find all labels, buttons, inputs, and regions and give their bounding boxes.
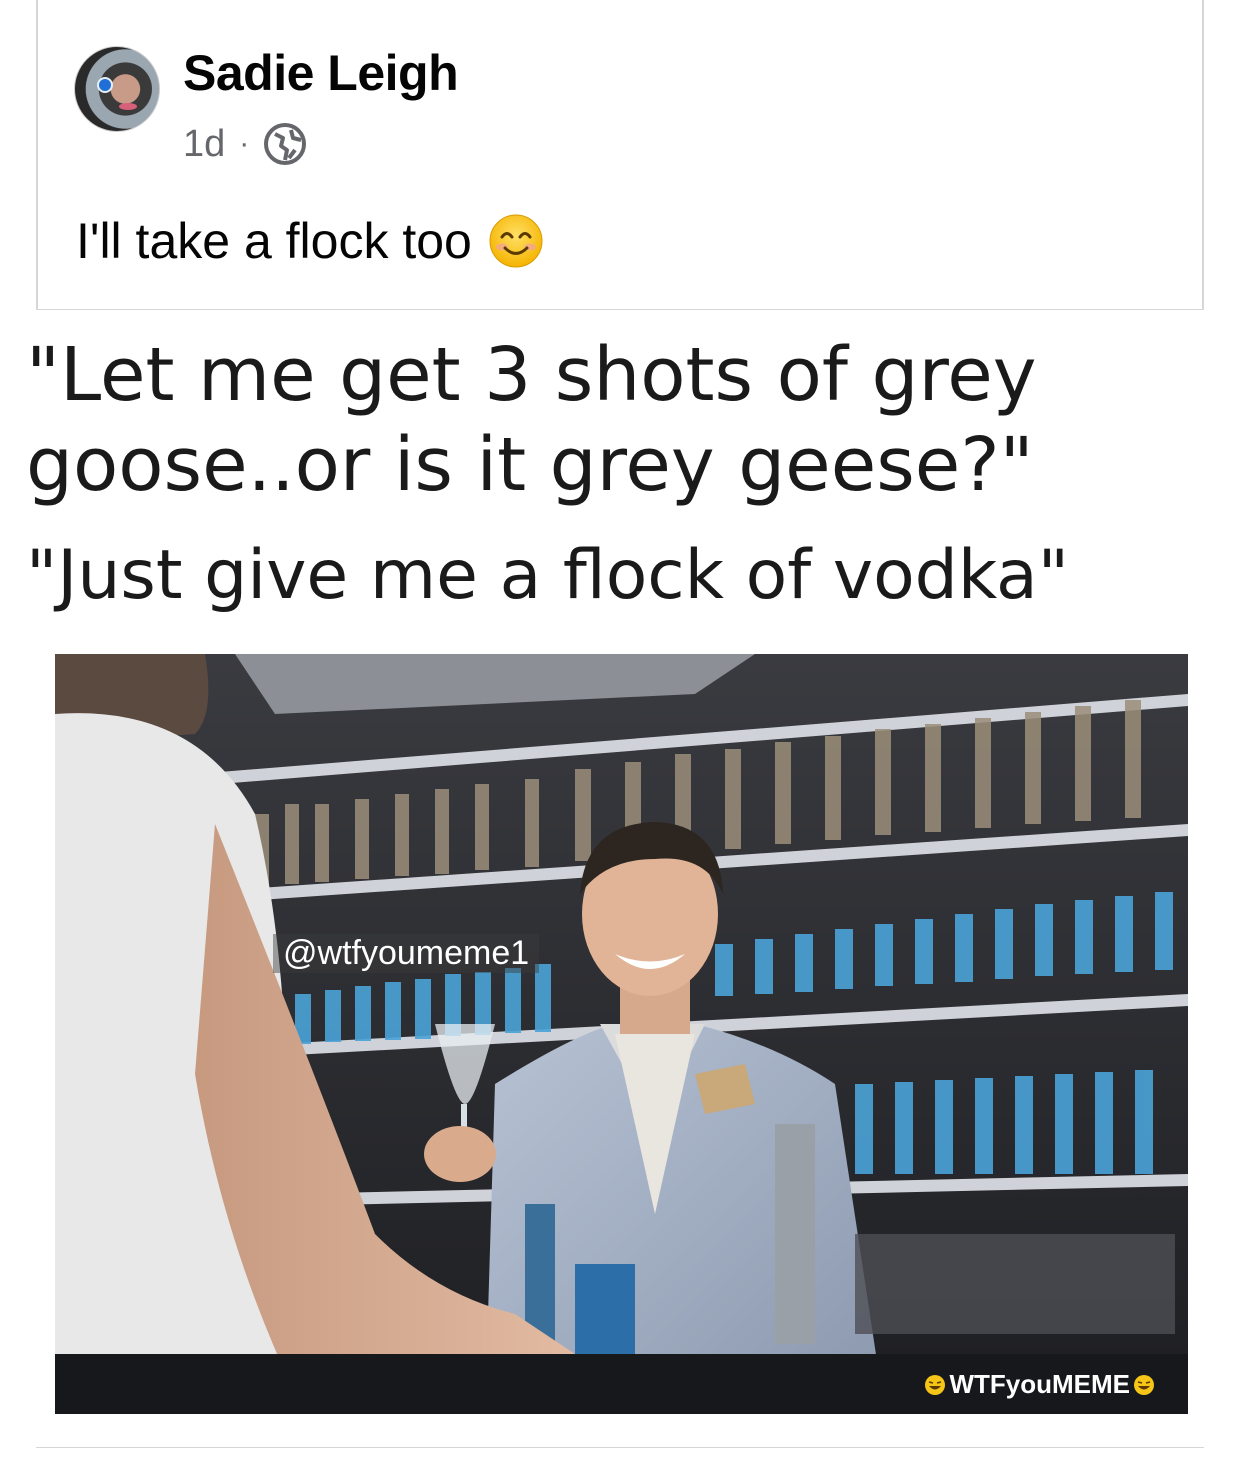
avatar[interactable] bbox=[74, 46, 160, 132]
post-meta: 1d · bbox=[183, 122, 307, 166]
author-name[interactable]: Sadie Leigh bbox=[183, 44, 459, 102]
avatar-lips bbox=[119, 103, 137, 110]
post-card: Sadie Leigh 1d · I'll take a flock too bbox=[36, 0, 1204, 310]
avatar-eye bbox=[97, 77, 113, 93]
bar-scene bbox=[55, 654, 1188, 1414]
meme-caption-line-1: "Let me get 3 shots of grey bbox=[26, 332, 1037, 418]
smiling-face-icon bbox=[489, 214, 543, 268]
meme-image[interactable]: "Let me get 3 shots of grey goose..or is… bbox=[0, 312, 1242, 1447]
divider bbox=[36, 1447, 1204, 1448]
post-time[interactable]: 1d bbox=[183, 123, 225, 166]
comment: I'll take a flock too bbox=[76, 212, 544, 270]
meme-caption-line-3: "Just give me a flock of vodka" bbox=[26, 536, 1069, 615]
meme-caption-line-2: goose..or is it grey geese?" bbox=[26, 422, 1034, 508]
globe-icon[interactable] bbox=[263, 122, 307, 166]
laughing-face-icon bbox=[1134, 1374, 1154, 1395]
watermark-top: @wtfyoumeme1 bbox=[273, 934, 540, 973]
comment-text: I'll take a flock too bbox=[76, 213, 472, 269]
laughing-face-icon bbox=[925, 1374, 946, 1395]
meta-separator: · bbox=[239, 127, 250, 160]
bar-photo: @wtfyoumeme1 WTFyouMEME bbox=[55, 654, 1188, 1414]
watermark-bottom: WTFyouMEME bbox=[921, 1369, 1158, 1400]
watermark-bottom-text: WTFyouMEME bbox=[949, 1369, 1130, 1399]
